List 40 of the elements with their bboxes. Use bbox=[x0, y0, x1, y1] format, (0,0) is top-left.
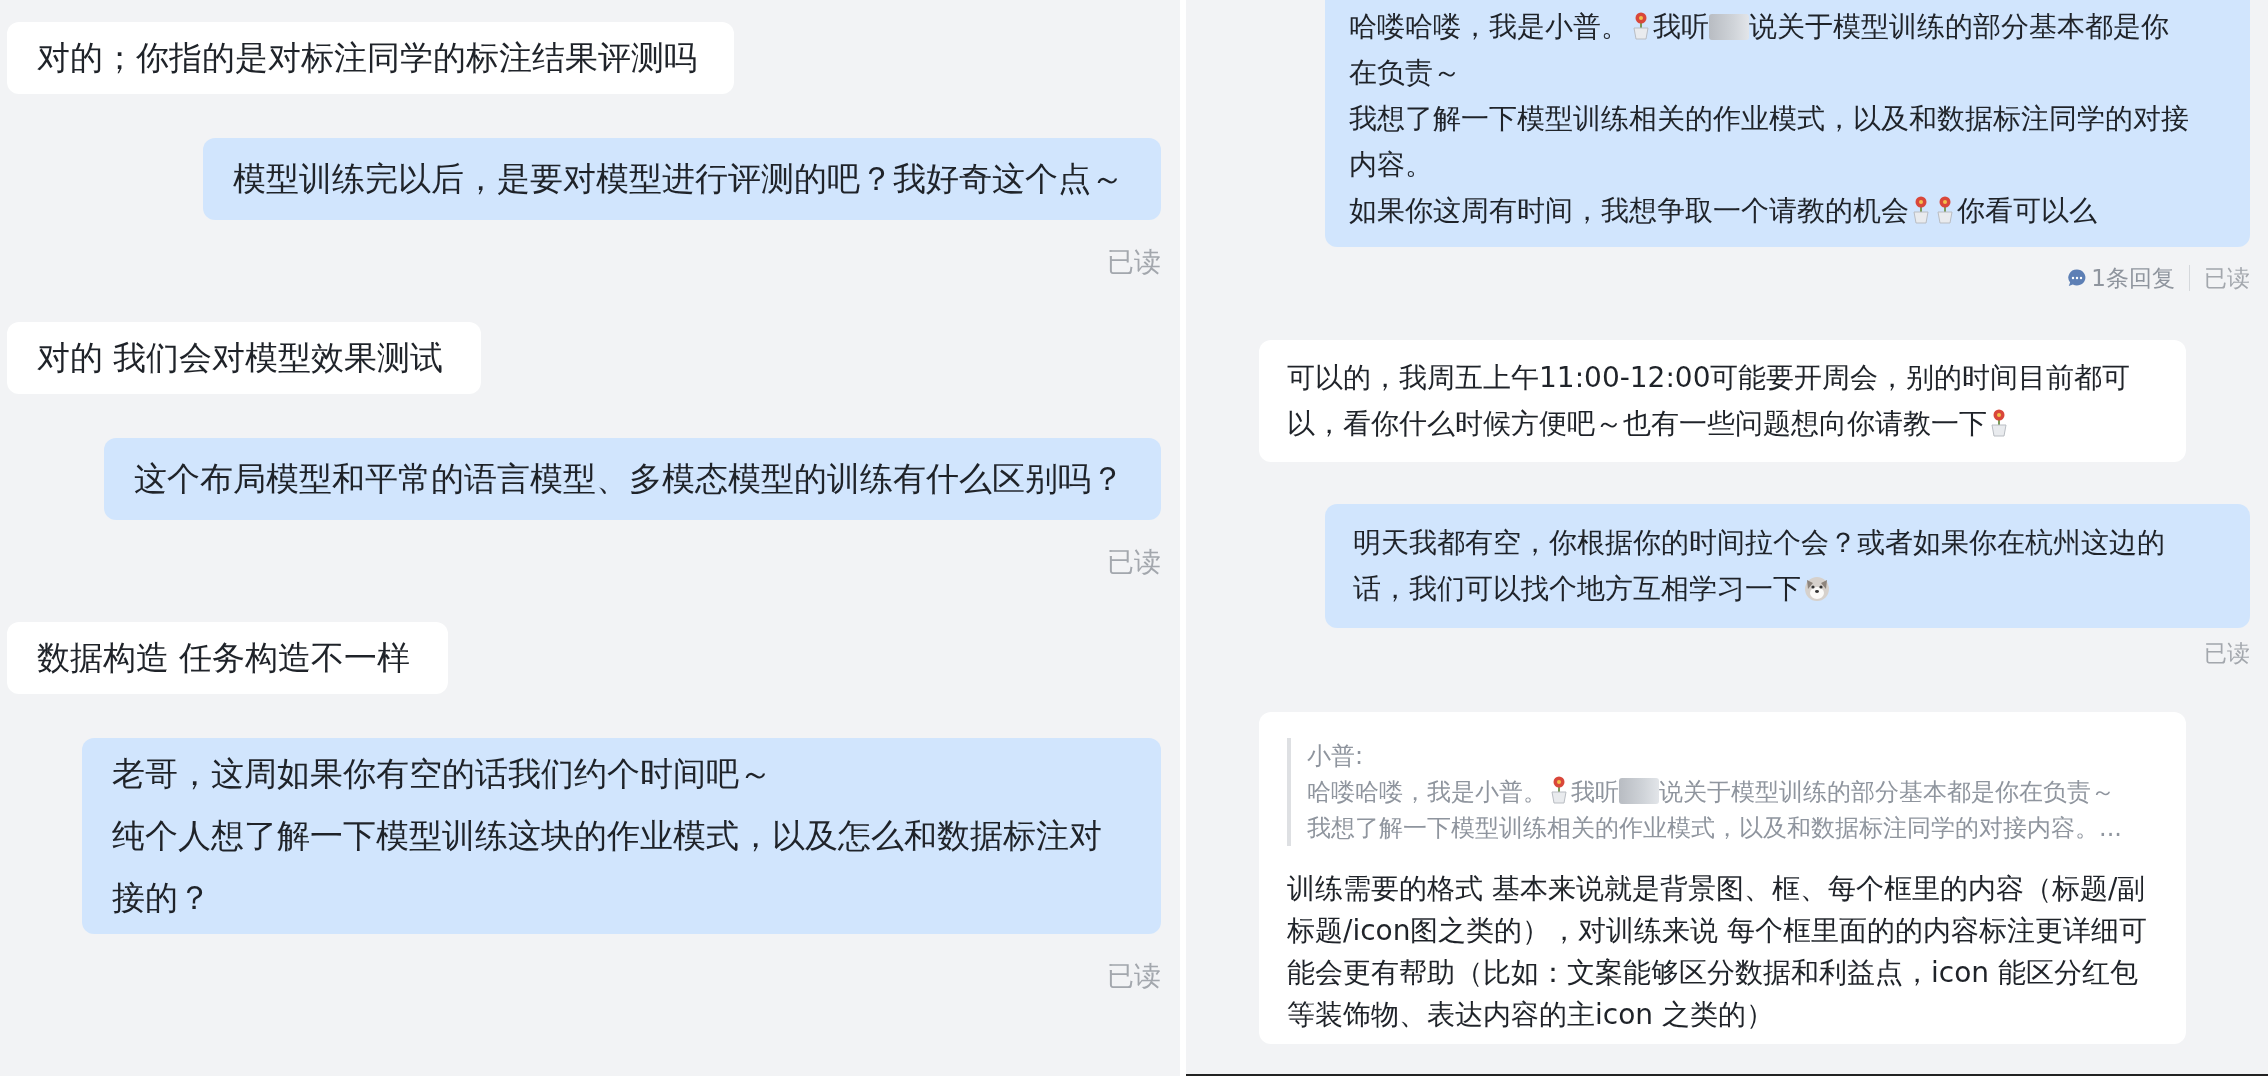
flower-icon bbox=[1989, 409, 2009, 437]
read-receipt: 已读 bbox=[1107, 246, 1161, 278]
read-receipt: 已读 bbox=[2204, 639, 2250, 668]
flower-icon bbox=[1911, 196, 1931, 224]
message-text: 哈喽哈喽，我是小普。 bbox=[1349, 10, 1629, 43]
message-text: 说关于模型训练的部分基本都是你 bbox=[1749, 10, 2169, 43]
message-text: 我想了解一下模型训练相关的作业模式，以及和数据标注同学的对接内容。... bbox=[1307, 814, 2122, 842]
reply-count-link[interactable]: 1条回复 bbox=[2067, 263, 2175, 293]
read-receipt: 已读 bbox=[1107, 960, 1161, 992]
message-text: 如果你这周有时间，我想争取一个请教的机会 bbox=[1349, 194, 1909, 227]
read-receipt: 已读 bbox=[1107, 546, 1161, 578]
message-text: 我听 bbox=[1571, 778, 1619, 806]
message-text: 对的；你指的是对标注同学的标注结果评测吗 bbox=[37, 38, 697, 77]
message-text: 模型训练完以后，是要对模型进行评测的吧？我好奇这个点～ bbox=[233, 159, 1124, 198]
blurred-block bbox=[1709, 14, 1749, 40]
flower-icon bbox=[1935, 196, 1955, 224]
message-text: 明天我都有空，你根据你的时间拉个会？或者如果你在杭州这边的 bbox=[1353, 526, 2165, 559]
dog-face-icon bbox=[1803, 574, 1831, 602]
message-text: 我想了解一下模型训练相关的作业模式，以及和数据标注同学的对接 bbox=[1349, 102, 2189, 135]
message-text: 话，我们可以找个地方互相学习一下 bbox=[1353, 572, 1801, 605]
message-text: 内容。 bbox=[1349, 148, 1433, 181]
quote-author: 小普: bbox=[1307, 741, 1365, 772]
message-text: 老哥，这周如果你有空的话我们约个时间吧～ bbox=[112, 754, 772, 793]
flower-icon bbox=[1631, 12, 1651, 40]
message-text: 哈喽哈喽，我是小普。 bbox=[1307, 778, 1547, 806]
message-text: 说关于模型训练的部分基本都是你在负责～ bbox=[1659, 778, 2115, 806]
message-text: 你看可以么 bbox=[1957, 194, 2097, 227]
message-text: 训练需要的格式 基本来说就是背景图、框、每个框里的内容（标题/副标题/icon图之类的），对训练来说 每个框里面的的内容标注更详细可能会更有帮助（比如：文案能够区分数据和利益点，icon 能区分红包等装饰物、表达内容的主icon 之类的） bbox=[1287, 872, 2148, 1031]
message-text: 对的 我们会对模型效果测试 bbox=[37, 338, 444, 377]
message-text: 我听 bbox=[1653, 10, 1709, 43]
flower-icon bbox=[1549, 776, 1569, 804]
message-text: 这个布局模型和平常的语言模型、多模态模型的训练有什么区别吗？ bbox=[134, 459, 1124, 498]
message-text: 可以的，我周五上午11:00-12:00可能要开周会，别的时间目前都可 bbox=[1287, 361, 2131, 394]
read-receipt: 已读 bbox=[2204, 264, 2250, 293]
chat-bubble-icon bbox=[2067, 268, 2088, 288]
message-text: 纯个人想了解一下模型训练这块的作业模式，以及怎么和数据标注对接的？ bbox=[112, 816, 1102, 917]
message-text: 以，看你什么时候方便吧～也有一些问题想向你请教一下 bbox=[1287, 407, 1987, 440]
message-text: 在负责～ bbox=[1349, 56, 1461, 89]
message-text: 数据构造 任务构造不一样 bbox=[37, 638, 411, 677]
blurred-block bbox=[1619, 778, 1659, 804]
